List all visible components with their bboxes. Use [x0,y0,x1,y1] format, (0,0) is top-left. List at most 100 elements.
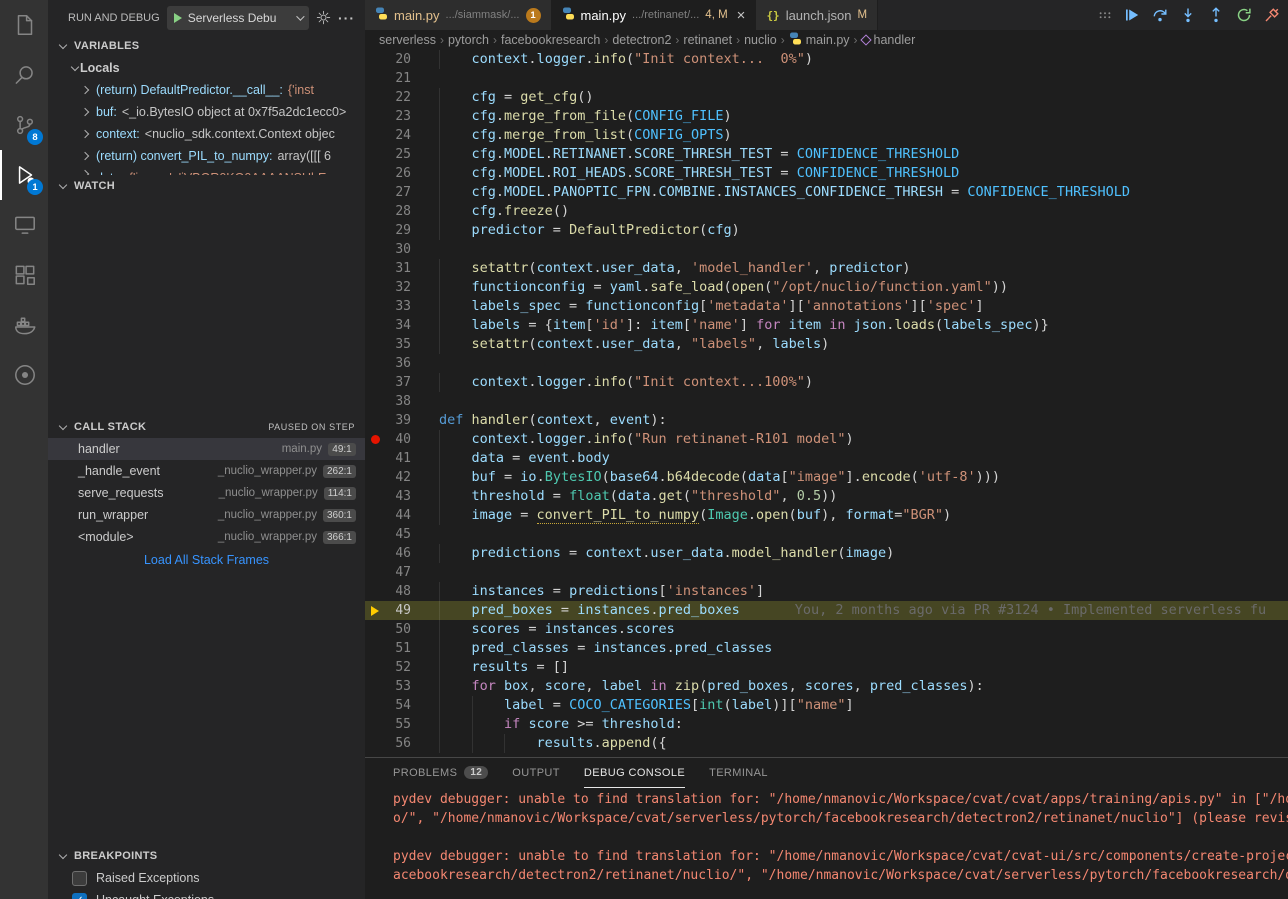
code-text[interactable]: cfg.merge_from_file(CONFIG_FILE) [411,107,1288,126]
code-line-21[interactable]: 21 [365,69,1288,88]
breakpoint-gutter[interactable] [365,544,385,563]
step-out-button[interactable] [1208,7,1224,23]
code-text[interactable]: cfg.merge_from_list(CONFIG_OPTS) [411,126,1288,145]
activity-item-remote[interactable] [0,200,48,250]
code-text[interactable]: cfg = get_cfg() [411,88,1288,107]
disconnect-button[interactable] [1264,7,1280,23]
variable-row[interactable]: (return) convert_PIL_to_numpy:array([[[ … [48,145,365,167]
continue-button[interactable] [1124,7,1140,23]
step-into-button[interactable] [1180,7,1196,23]
code-line-47[interactable]: 47 [365,563,1288,582]
code-text[interactable]: pred_boxes = instances.pred_boxesYou, 2 … [411,601,1288,620]
code-line-30[interactable]: 30 [365,240,1288,259]
code-line-48[interactable]: 48 instances = predictions['instances'] [365,582,1288,601]
code-line-50[interactable]: 50 scores = instances.scores [365,620,1288,639]
breadcrumb-item-detectron2[interactable]: detectron2 [612,33,671,47]
breakpoint-gutter[interactable] [365,107,385,126]
code-text[interactable]: cfg.MODEL.ROI_HEADS.SCORE_THRESH_TEST = … [411,164,1288,183]
panel-tab-problems[interactable]: PROBLEMS12 [393,758,488,788]
panel-tab-output[interactable]: OUTPUT [512,758,560,788]
breakpoint-gutter[interactable] [365,677,385,696]
editor-tab[interactable]: {}launch.jsonM [756,0,878,30]
breakpoint-gutter[interactable] [365,487,385,506]
variable-row[interactable]: (return) DefaultPredictor.__call__:{'ins… [48,79,365,101]
activity-item-extension-circle[interactable] [0,350,48,400]
breakpoint-gutter[interactable] [365,696,385,715]
variable-row[interactable]: data:{'image': 'iVBOR0KG0AAAANSUhE [48,167,365,175]
breadcrumb-item-handler[interactable]: handler [862,33,916,47]
breakpoint-gutter[interactable] [365,183,385,202]
code-line-53[interactable]: 53 for box, score, label in zip(pred_box… [365,677,1288,696]
code-line-34[interactable]: 34 labels = {item['id']: item['name'] fo… [365,316,1288,335]
code-line-23[interactable]: 23 cfg.merge_from_file(CONFIG_FILE) [365,107,1288,126]
code-line-40[interactable]: 40 context.logger.info("Run retinanet-R1… [365,430,1288,449]
breadcrumb-item-retinanet[interactable]: retinanet [683,33,732,47]
panel-tab-debug-console[interactable]: DEBUG CONSOLE [584,758,685,788]
breakpoint-gutter[interactable] [365,734,385,753]
code-text[interactable]: cfg.freeze() [411,202,1288,221]
breakpoint-gutter[interactable] [365,69,385,88]
start-debugging-icon[interactable] [174,13,182,23]
breadcrumb-item-pytorch[interactable]: pytorch [448,33,489,47]
code-line-35[interactable]: 35 setattr(context.user_data, "labels", … [365,335,1288,354]
code-line-54[interactable]: 54 label = COCO_CATEGORIES[int(label)]["… [365,696,1288,715]
code-text[interactable]: for box, score, label in zip(pred_boxes,… [411,677,1288,696]
code-line-27[interactable]: 27 cfg.MODEL.PANOPTIC_FPN.COMBINE.INSTAN… [365,183,1288,202]
code-line-26[interactable]: 26 cfg.MODEL.ROI_HEADS.SCORE_THRESH_TEST… [365,164,1288,183]
code-text[interactable]: labels = {item['id']: item['name'] for i… [411,316,1288,335]
code-line-52[interactable]: 52 results = [] [365,658,1288,677]
code-text[interactable]: pred_classes = instances.pred_classes [411,639,1288,658]
code-text[interactable]: context.logger.info("Init context...100%… [411,373,1288,392]
code-line-39[interactable]: 39def handler(context, event): [365,411,1288,430]
breakpoint-gutter[interactable] [365,145,385,164]
code-text[interactable]: predictions = context.user_data.model_ha… [411,544,1288,563]
code-text[interactable] [411,392,1288,411]
code-text[interactable]: predictor = DefaultPredictor(cfg) [411,221,1288,240]
code-text[interactable]: labels_spec = functionconfig['metadata']… [411,297,1288,316]
checkbox-uncaught-exceptions[interactable]: ✓ [72,893,87,899]
load-all-stack-frames-link[interactable]: Load All Stack Frames [48,548,365,572]
code-line-20[interactable]: 20 context.logger.info("Init context... … [365,50,1288,69]
code-line-41[interactable]: 41 data = event.body [365,449,1288,468]
breakpoint-gutter[interactable] [365,259,385,278]
activity-item-run-debug[interactable]: 1 [0,150,48,200]
breakpoint-gutter[interactable] [365,297,385,316]
code-text[interactable]: context.logger.info("Init context... 0%"… [411,50,1288,69]
code-line-29[interactable]: 29 predictor = DefaultPredictor(cfg) [365,221,1288,240]
code-line-24[interactable]: 24 cfg.merge_from_list(CONFIG_OPTS) [365,126,1288,145]
code-text[interactable]: context.logger.info("Run retinanet-R101 … [411,430,1288,449]
code-text[interactable]: cfg.MODEL.PANOPTIC_FPN.COMBINE.INSTANCES… [411,183,1288,202]
code-text[interactable] [411,525,1288,544]
code-line-38[interactable]: 38 [365,392,1288,411]
code-text[interactable]: functionconfig = yaml.safe_load(open("/o… [411,278,1288,297]
code-text[interactable]: image = convert_PIL_to_numpy(Image.open(… [411,506,1288,525]
breakpoint-gutter[interactable] [365,468,385,487]
stack-frame[interactable]: _handle_event_nuclio_wrapper.py262:1 [48,460,365,482]
code-line-49[interactable]: 49 pred_boxes = instances.pred_boxesYou,… [365,601,1288,620]
breakpoint-gutter[interactable] [365,164,385,183]
breakpoint-gutter[interactable] [365,715,385,734]
breakpoint-gutter[interactable] [365,202,385,221]
breakpoint-gutter[interactable] [365,639,385,658]
breadcrumb-item-main-py[interactable]: main.py [789,32,850,48]
breadcrumb-item-serverless[interactable]: serverless [379,33,436,47]
stack-frame[interactable]: handlermain.py49:1 [48,438,365,460]
editor-tab[interactable]: main.py.../siammask/...1 [365,0,552,30]
breadcrumb-item-nuclio[interactable]: nuclio [744,33,777,47]
code-line-32[interactable]: 32 functionconfig = yaml.safe_load(open(… [365,278,1288,297]
code-text[interactable]: cfg.MODEL.RETINANET.SCORE_THRESH_TEST = … [411,145,1288,164]
code-text[interactable]: buf = io.BytesIO(base64.b64decode(data["… [411,468,1288,487]
code-text[interactable]: label = COCO_CATEGORIES[int(label)]["nam… [411,696,1288,715]
checkbox-raised-exceptions[interactable] [72,871,87,886]
step-over-button[interactable] [1152,7,1168,23]
code-text[interactable]: setattr(context.user_data, 'model_handle… [411,259,1288,278]
call-stack-section-header[interactable]: CALL STACK PAUSED ON STEP [48,416,365,438]
more-actions-icon[interactable]: ··· [338,10,355,26]
code-line-46[interactable]: 46 predictions = context.user_data.model… [365,544,1288,563]
panel-tab-terminal[interactable]: TERMINAL [709,758,768,788]
breakpoint-gutter[interactable] [365,658,385,677]
code-line-31[interactable]: 31 setattr(context.user_data, 'model_han… [365,259,1288,278]
code-line-42[interactable]: 42 buf = io.BytesIO(base64.b64decode(dat… [365,468,1288,487]
breadcrumb-item-facebookresearch[interactable]: facebookresearch [501,33,600,47]
code-line-43[interactable]: 43 threshold = float(data.get("threshold… [365,487,1288,506]
